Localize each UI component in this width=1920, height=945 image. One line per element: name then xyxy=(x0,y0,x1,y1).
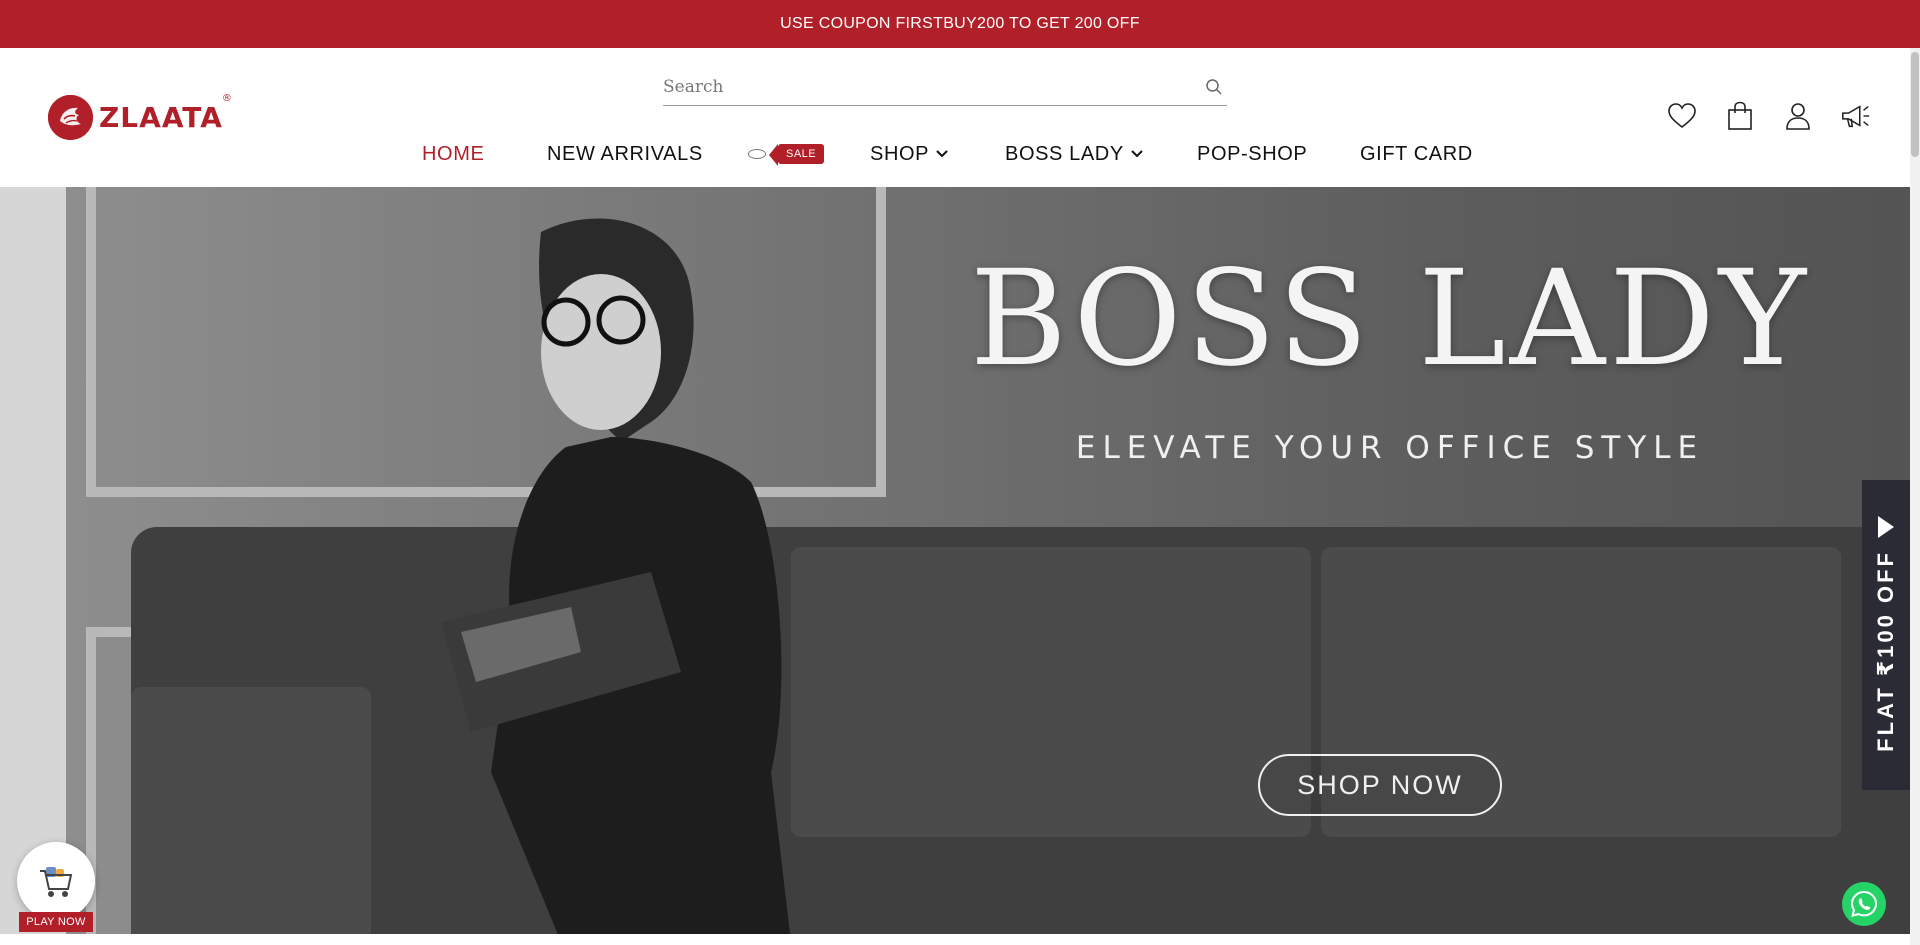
announcement-bar: USE COUPON FIRSTBUY200 TO GET 200 OFF xyxy=(0,0,1920,48)
play-now-widget[interactable]: PLAY NOW xyxy=(17,842,95,942)
nav-label: HOME xyxy=(422,142,485,165)
header-actions xyxy=(1666,100,1872,132)
nav-item-sale[interactable]: SALE xyxy=(748,134,825,174)
hero-subtitle: ELEVATE YOUR OFFICE STYLE xyxy=(1075,430,1705,466)
site-header: ZLAATA® HOME NEW ARRIVALS SALE SHOP BOSS… xyxy=(0,48,1920,187)
tag-string-icon xyxy=(748,149,766,159)
hero-title: BOSS LADY xyxy=(969,242,1811,396)
search-icon[interactable] xyxy=(1205,78,1223,96)
play-arrow-icon xyxy=(1878,516,1894,538)
announcements-button[interactable] xyxy=(1840,100,1872,132)
nav-label: GIFT CARD xyxy=(1360,142,1473,165)
nav-item-new-arrivals[interactable]: NEW ARRIVALS xyxy=(547,134,703,174)
nav-label: BOSS LADY xyxy=(1005,142,1124,165)
nav-label: POP-SHOP xyxy=(1197,142,1308,165)
nav-label: SHOP xyxy=(870,142,930,165)
scrollbar-track[interactable] xyxy=(1910,48,1920,945)
sale-tag-label: SALE xyxy=(768,144,825,166)
play-now-label: PLAY NOW xyxy=(19,912,93,932)
nav-item-home[interactable]: HOME xyxy=(422,134,484,174)
flat-discount-tab[interactable]: FLAT ₹100 OFF xyxy=(1862,480,1910,790)
brand-name: ZLAATA ® xyxy=(99,93,233,134)
nav-item-shop[interactable]: SHOP xyxy=(870,134,949,174)
hero-banner[interactable]: BOSS LADY ELEVATE YOUR OFFICE STYLE SHOP… xyxy=(0,187,1910,934)
bag-icon xyxy=(1728,101,1752,130)
nav-item-boss-lady[interactable]: BOSS LADY xyxy=(1005,134,1144,174)
wishlist-button[interactable] xyxy=(1666,100,1698,132)
cart-button[interactable] xyxy=(1724,100,1756,132)
nav-label: NEW ARRIVALS xyxy=(547,142,703,165)
side-promo-text: FLAT ₹100 OFF xyxy=(1873,550,1898,752)
shopping-cart-icon xyxy=(40,867,73,897)
main-nav: HOME NEW ARRIVALS SALE SHOP BOSS LADY PO… xyxy=(0,134,1920,174)
account-button[interactable] xyxy=(1782,100,1814,132)
nav-item-pop-shop[interactable]: POP-SHOP xyxy=(1197,134,1307,174)
search-bar xyxy=(663,68,1227,106)
user-icon xyxy=(1786,103,1810,130)
play-widget-circle xyxy=(17,842,95,920)
chevron-down-icon xyxy=(1131,150,1143,158)
nav-item-gift-card[interactable]: GIFT CARD xyxy=(1360,134,1473,174)
announcement-text: USE COUPON FIRSTBUY200 TO GET 200 OFF xyxy=(780,15,1140,32)
whatsapp-icon xyxy=(1850,890,1878,917)
whatsapp-button[interactable] xyxy=(1842,882,1886,926)
megaphone-icon xyxy=(1842,105,1870,128)
heart-icon xyxy=(1668,103,1696,129)
chevron-down-icon xyxy=(936,150,948,158)
shop-now-button[interactable]: SHOP NOW xyxy=(1258,754,1502,816)
search-input[interactable] xyxy=(663,76,1205,97)
scrollbar-thumb[interactable] xyxy=(1911,52,1919,157)
model-figure xyxy=(441,218,791,934)
